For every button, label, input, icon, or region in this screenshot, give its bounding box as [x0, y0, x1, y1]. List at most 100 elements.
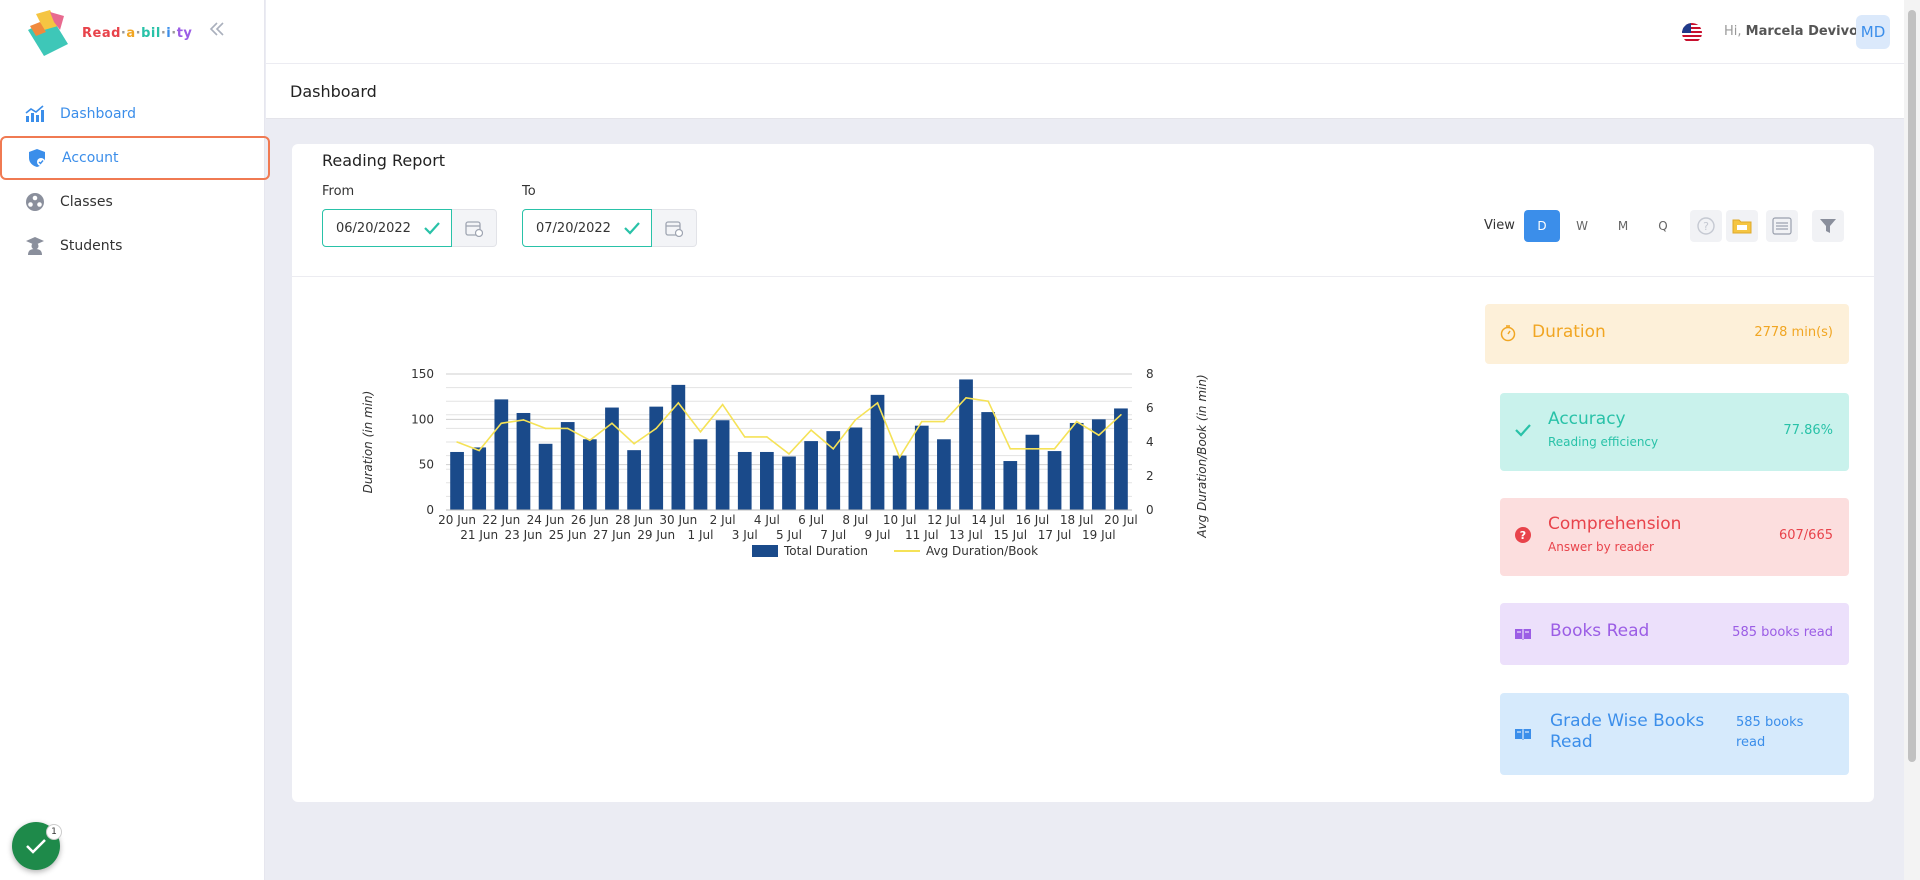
x-tick-label: 30 Jun [659, 513, 697, 527]
open-book-icon [1514, 725, 1532, 743]
bar [737, 451, 752, 510]
x-tick-label: 23 Jun [505, 528, 543, 542]
x-tick-label: 18 Jul [1060, 513, 1094, 527]
sidebar-item-account[interactable]: Account [0, 136, 270, 180]
user-greeting: Hi, Marcela Devivo [1724, 24, 1858, 39]
y-tick-label: 150 [411, 367, 434, 381]
bar [1025, 434, 1040, 510]
grade-wise-books-card[interactable]: Grade Wise Books Read 585 books read [1500, 693, 1849, 775]
y-tick-label: 50 [419, 458, 434, 472]
sidebar-item-label: Students [60, 238, 123, 254]
question-circle-icon: ? [1514, 526, 1532, 544]
greeting-prefix: Hi, [1724, 24, 1742, 39]
x-tick-label: 29 Jun [637, 528, 675, 542]
sidebar-item-label: Dashboard [60, 106, 136, 122]
avg-point [1009, 448, 1012, 450]
bar [1003, 461, 1018, 510]
avatar[interactable]: MD [1856, 15, 1890, 49]
duration-value: 2778 min(s) [1754, 325, 1833, 340]
sidebar-item-students[interactable]: Students [0, 224, 265, 268]
bar [1047, 451, 1062, 510]
filter-icon [1820, 219, 1836, 233]
bar [516, 412, 531, 510]
view-quarterly-button[interactable]: Q [1645, 210, 1681, 242]
scrollbar-thumb[interactable] [1908, 10, 1916, 762]
us-flag-icon[interactable] [1682, 23, 1702, 43]
comprehension-card[interactable]: ? Comprehension Answer by reader 607/665 [1500, 498, 1849, 576]
x-tick-label: 21 Jun [460, 528, 498, 542]
list-view-button[interactable] [1766, 210, 1798, 242]
x-tick-label: 13 Jul [949, 528, 983, 542]
avg-point [544, 427, 547, 430]
graduate-icon [24, 235, 46, 257]
bar [937, 439, 951, 510]
grade-books-title: Grade Wise Books Read [1550, 711, 1705, 752]
avg-point [500, 422, 503, 425]
help-button[interactable]: ? [1690, 210, 1722, 242]
books-read-card[interactable]: Books Read 585 books read [1500, 603, 1849, 665]
avg-point [943, 420, 945, 423]
sidebar-item-classes[interactable]: Classes [0, 180, 265, 224]
valid-check-icon [624, 222, 640, 235]
avg-point [1120, 414, 1122, 416]
avg-point [566, 427, 569, 430]
accuracy-card[interactable]: Accuracy Reading efficiency 77.86% [1500, 393, 1849, 471]
collapse-sidebar-button[interactable] [208, 20, 232, 44]
bar [472, 447, 487, 510]
bar [560, 422, 575, 510]
y2-axis-title: Avg Duration/Book (in min) [1195, 374, 1209, 538]
calendar-icon [665, 221, 683, 237]
to-calendar-button[interactable] [652, 209, 697, 247]
to-date-input[interactable]: 07/20/2022 [522, 209, 652, 247]
books-read-title: Books Read [1550, 621, 1650, 641]
avg-point [721, 403, 724, 406]
avg-point [832, 448, 835, 450]
x-tick-label: 6 Jul [798, 513, 824, 527]
y2-tick-label: 8 [1146, 367, 1154, 381]
filter-button[interactable] [1812, 210, 1844, 242]
x-tick-label: 12 Jul [927, 513, 961, 527]
avg-point [677, 402, 680, 404]
bar [914, 425, 929, 510]
svg-text:?: ? [1703, 220, 1709, 233]
sidebar-item-dashboard[interactable]: Dashboard [0, 92, 265, 136]
bar [782, 456, 796, 510]
duration-card[interactable]: Duration 2778 min(s) [1485, 304, 1849, 364]
avg-point [522, 419, 525, 421]
topbar: Hi, Marcela Devivo MD [266, 0, 1904, 64]
report-title: Reading Report [322, 151, 446, 170]
legend-label-total-duration: Total Duration [783, 544, 868, 558]
bar [715, 420, 730, 510]
accuracy-title: Accuracy [1548, 409, 1626, 429]
x-tick-label: 14 Jul [971, 513, 1005, 527]
view-monthly-button[interactable]: M [1605, 210, 1641, 242]
sidebar-item-label: Account [62, 150, 119, 166]
x-tick-label: 8 Jul [842, 513, 868, 527]
chart-line-icon [24, 103, 46, 125]
app-logo[interactable]: Read·a·bil·i·ty [24, 8, 192, 60]
avg-point [898, 456, 901, 459]
x-tick-label: 28 Jun [615, 513, 653, 527]
bar [760, 451, 774, 510]
x-tick-label: 20 Jun [438, 513, 476, 527]
from-date-input[interactable]: 06/20/2022 [322, 209, 452, 247]
x-tick-label: 10 Jul [883, 513, 917, 527]
x-tick-label: 16 Jul [1016, 513, 1050, 527]
comprehension-subtitle: Answer by reader [1548, 540, 1654, 554]
avg-point [1098, 434, 1100, 436]
view-daily-button[interactable]: D [1524, 210, 1560, 242]
x-tick-label: 26 Jun [571, 513, 609, 527]
export-folder-button[interactable] [1726, 210, 1758, 242]
logo-text: Read·a·bil·i·ty [82, 26, 193, 41]
sidebar-item-label: Classes [60, 194, 113, 210]
view-weekly-button[interactable]: W [1564, 210, 1600, 242]
y2-tick-label: 4 [1146, 435, 1154, 449]
from-calendar-button[interactable] [452, 209, 497, 247]
x-tick-label: 11 Jul [905, 528, 939, 542]
check-icon [1514, 421, 1532, 439]
avg-point [611, 422, 613, 425]
avg-point [1053, 448, 1056, 450]
shield-user-icon [26, 147, 48, 169]
bar [582, 439, 597, 510]
x-tick-label: 1 Jul [688, 528, 714, 542]
